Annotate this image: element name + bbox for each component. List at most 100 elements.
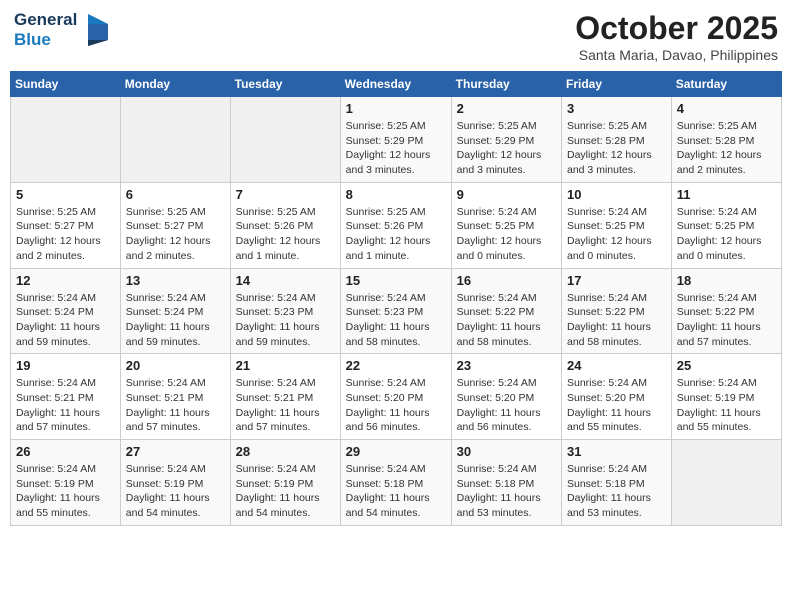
weekday-header: Monday [120,72,230,97]
day-number: 7 [236,187,335,202]
calendar-cell [120,97,230,183]
day-number: 20 [126,358,225,373]
day-info: Sunrise: 5:24 AM Sunset: 5:23 PM Dayligh… [236,291,335,350]
calendar-cell [230,97,340,183]
calendar-cell: 4Sunrise: 5:25 AM Sunset: 5:28 PM Daylig… [671,97,781,183]
calendar-header: SundayMondayTuesdayWednesdayThursdayFrid… [11,72,782,97]
day-info: Sunrise: 5:24 AM Sunset: 5:22 PM Dayligh… [457,291,556,350]
location: Santa Maria, Davao, Philippines [575,47,778,63]
calendar-cell: 14 Sunrise: 5:24 AM Sunset: 5:23 PM Dayli… [230,268,340,354]
day-number: 21 [236,358,335,373]
day-number: 23 [457,358,556,373]
calendar-cell: 26 Sunrise: 5:24 AM Sunset: 5:19 PM Dayli… [11,440,121,526]
day-info: Sunrise: 5:25 AM Sunset: 5:29 PM Dayligh… [346,119,446,178]
day-number: 14 [236,273,335,288]
calendar-cell: 6 Sunrise: 5:25 AM Sunset: 5:27 PM Daylig… [120,182,230,268]
calendar-cell: 24 Sunrise: 5:24 AM Sunset: 5:20 PM Dayli… [562,354,672,440]
day-info: Sunrise: 5:24 AM Sunset: 5:19 PM Dayligh… [677,376,776,435]
calendar-cell: 13Sunrise: 5:24 AM Sunset: 5:24 PM Dayli… [120,268,230,354]
calendar-cell: 8 Sunrise: 5:25 AM Sunset: 5:26 PM Daylig… [340,182,451,268]
calendar-week: 12 Sunrise: 5:24 AM Sunset: 5:24 PM Dayli… [11,268,782,354]
day-number: 19 [16,358,115,373]
day-info: Sunrise: 5:24 AM Sunset: 5:21 PM Dayligh… [126,376,225,435]
day-number: 18 [677,273,776,288]
calendar-cell: 5 Sunrise: 5:25 AM Sunset: 5:27 PM Daylig… [11,182,121,268]
day-info: Sunrise: 5:24 AM Sunset: 5:25 PM Dayligh… [567,205,666,264]
day-number: 13 [126,273,225,288]
day-info: Sunrise: 5:24 AM Sunset: 5:20 PM Dayligh… [457,376,556,435]
day-info: Sunrise: 5:25 AM Sunset: 5:26 PM Dayligh… [236,205,335,264]
calendar-cell: 23 Sunrise: 5:24 AM Sunset: 5:20 PM Dayli… [451,354,561,440]
day-info: Sunrise: 5:25 AM Sunset: 5:27 PM Dayligh… [126,205,225,264]
day-number: 29 [346,444,446,459]
calendar-week: 19 Sunrise: 5:24 AM Sunset: 5:21 PM Dayli… [11,354,782,440]
calendar-cell: 17 Sunrise: 5:24 AM Sunset: 5:22 PM Dayli… [562,268,672,354]
calendar-cell: 10Sunrise: 5:24 AM Sunset: 5:25 PM Dayli… [562,182,672,268]
calendar-week: 5 Sunrise: 5:25 AM Sunset: 5:27 PM Daylig… [11,182,782,268]
calendar-cell: 16 Sunrise: 5:24 AM Sunset: 5:22 PM Dayli… [451,268,561,354]
calendar-cell: 29Sunrise: 5:24 AM Sunset: 5:18 PM Dayli… [340,440,451,526]
calendar-cell: 11 Sunrise: 5:24 AM Sunset: 5:25 PM Dayli… [671,182,781,268]
weekday-header: Tuesday [230,72,340,97]
weekday-header: Wednesday [340,72,451,97]
day-info: Sunrise: 5:24 AM Sunset: 5:19 PM Dayligh… [16,462,115,521]
weekday-header: Friday [562,72,672,97]
day-info: Sunrise: 5:24 AM Sunset: 5:20 PM Dayligh… [346,376,446,435]
day-number: 8 [346,187,446,202]
day-info: Sunrise: 5:25 AM Sunset: 5:26 PM Dayligh… [346,205,446,264]
day-number: 31 [567,444,666,459]
calendar-cell: 22 Sunrise: 5:24 AM Sunset: 5:20 PM Dayli… [340,354,451,440]
calendar-cell: 7 Sunrise: 5:25 AM Sunset: 5:26 PM Daylig… [230,182,340,268]
day-number: 27 [126,444,225,459]
day-number: 1 [346,101,446,116]
weekday-header: Saturday [671,72,781,97]
logo: General Blue [14,10,112,49]
calendar-cell: 20 Sunrise: 5:24 AM Sunset: 5:21 PM Dayli… [120,354,230,440]
logo-text-general: General [14,10,77,30]
weekday-header: Thursday [451,72,561,97]
day-info: Sunrise: 5:24 AM Sunset: 5:23 PM Dayligh… [346,291,446,350]
day-number: 24 [567,358,666,373]
calendar-cell: 19 Sunrise: 5:24 AM Sunset: 5:21 PM Dayli… [11,354,121,440]
day-number: 11 [677,187,776,202]
day-info: Sunrise: 5:24 AM Sunset: 5:24 PM Dayligh… [16,291,115,350]
day-number: 16 [457,273,556,288]
day-info: Sunrise: 5:24 AM Sunset: 5:19 PM Dayligh… [236,462,335,521]
calendar-cell: 15Sunrise: 5:24 AM Sunset: 5:23 PM Dayli… [340,268,451,354]
calendar-week: 26 Sunrise: 5:24 AM Sunset: 5:19 PM Dayli… [11,440,782,526]
day-number: 4 [677,101,776,116]
day-number: 12 [16,273,115,288]
day-info: Sunrise: 5:25 AM Sunset: 5:27 PM Dayligh… [16,205,115,264]
day-number: 2 [457,101,556,116]
calendar-cell: 27Sunrise: 5:24 AM Sunset: 5:19 PM Dayli… [120,440,230,526]
day-number: 17 [567,273,666,288]
day-number: 28 [236,444,335,459]
month-title: October 2025 [575,10,778,47]
day-info: Sunrise: 5:24 AM Sunset: 5:21 PM Dayligh… [236,376,335,435]
page-header: General Blue October 2025 Santa Maria, D… [10,10,782,63]
day-info: Sunrise: 5:24 AM Sunset: 5:20 PM Dayligh… [567,376,666,435]
day-info: Sunrise: 5:24 AM Sunset: 5:18 PM Dayligh… [457,462,556,521]
logo-text-blue: Blue [14,30,77,50]
day-info: Sunrise: 5:25 AM Sunset: 5:29 PM Dayligh… [457,119,556,178]
day-info: Sunrise: 5:24 AM Sunset: 5:18 PM Dayligh… [567,462,666,521]
calendar-table: SundayMondayTuesdayWednesdayThursdayFrid… [10,71,782,526]
calendar-cell: 3Sunrise: 5:25 AM Sunset: 5:28 PM Daylig… [562,97,672,183]
day-info: Sunrise: 5:24 AM Sunset: 5:25 PM Dayligh… [677,205,776,264]
day-number: 5 [16,187,115,202]
day-number: 22 [346,358,446,373]
day-number: 26 [16,444,115,459]
calendar-cell: 30Sunrise: 5:24 AM Sunset: 5:18 PM Dayli… [451,440,561,526]
calendar-cell: 25Sunrise: 5:24 AM Sunset: 5:19 PM Dayli… [671,354,781,440]
calendar-cell [671,440,781,526]
calendar-cell: 2 Sunrise: 5:25 AM Sunset: 5:29 PM Daylig… [451,97,561,183]
day-number: 3 [567,101,666,116]
day-info: Sunrise: 5:24 AM Sunset: 5:22 PM Dayligh… [567,291,666,350]
day-number: 9 [457,187,556,202]
calendar-cell: 18Sunrise: 5:24 AM Sunset: 5:22 PM Dayli… [671,268,781,354]
calendar-cell: 12 Sunrise: 5:24 AM Sunset: 5:24 PM Dayli… [11,268,121,354]
calendar-cell: 1 Sunrise: 5:25 AM Sunset: 5:29 PM Daylig… [340,97,451,183]
calendar-cell [11,97,121,183]
day-number: 6 [126,187,225,202]
day-info: Sunrise: 5:24 AM Sunset: 5:21 PM Dayligh… [16,376,115,435]
